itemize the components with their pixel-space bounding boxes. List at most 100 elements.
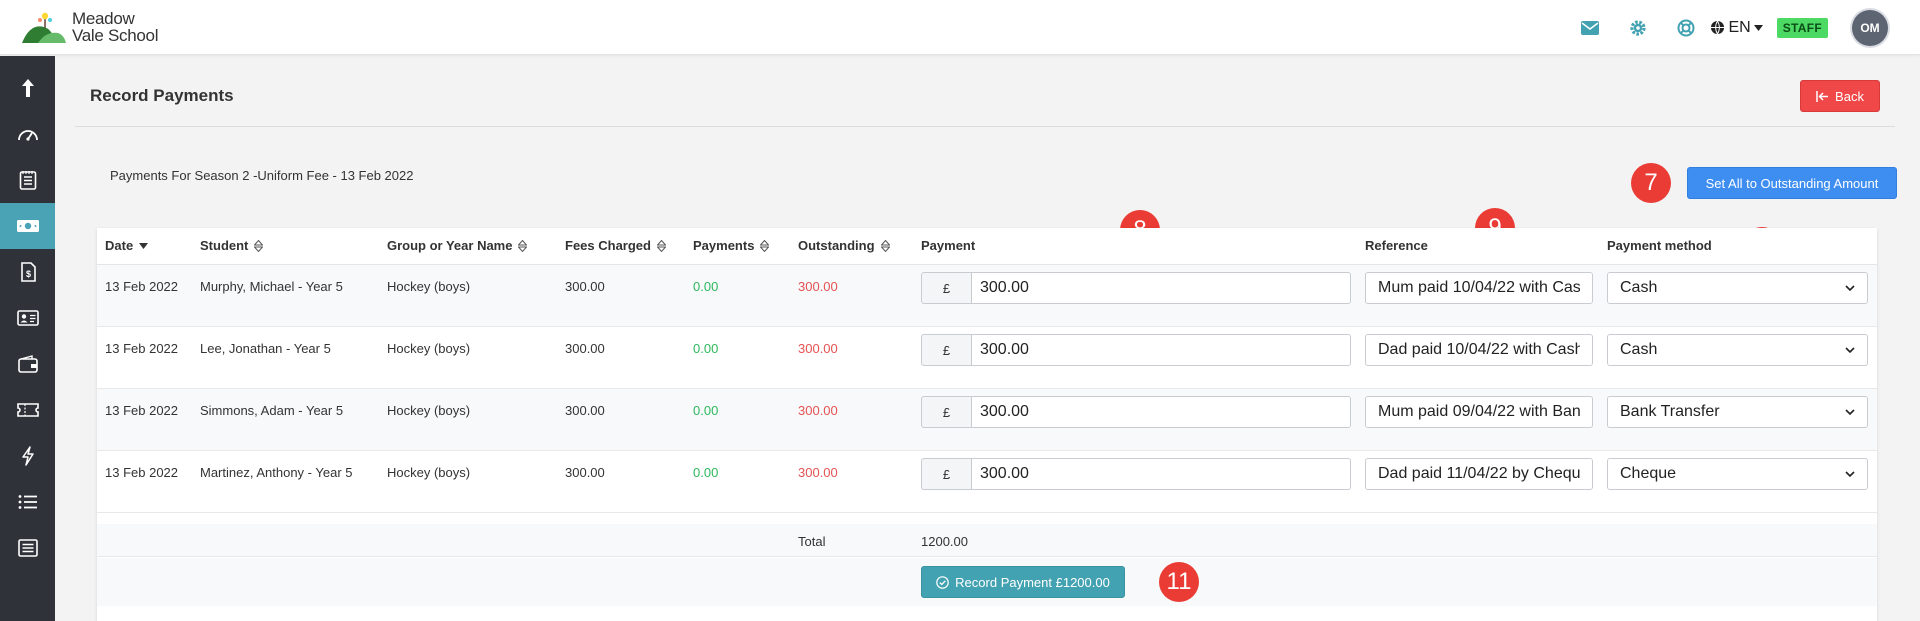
cell-group: Hockey (boys) (387, 341, 471, 356)
chevron-down-icon (1845, 471, 1855, 477)
report-icon[interactable] (0, 525, 55, 571)
back-button-label: Back (1835, 88, 1864, 104)
dashboard-icon[interactable] (0, 111, 55, 157)
svg-text:$: $ (25, 269, 30, 279)
record-payment-button[interactable]: Record Payment £1200.00 (921, 566, 1125, 598)
language-selector[interactable]: EN (1710, 18, 1763, 37)
school-name: Meadow Vale School (72, 10, 158, 44)
header-student[interactable]: Student (200, 238, 264, 253)
cell-student: Lee, Jonathan - Year 5 (200, 341, 331, 356)
header-fees-label: Fees Charged (565, 238, 651, 253)
list-icon[interactable] (0, 479, 55, 525)
school-logo[interactable]: Meadow Vale School (20, 6, 158, 48)
reference-input[interactable] (1365, 458, 1593, 490)
cell-group: Hockey (boys) (387, 465, 471, 480)
id-card-icon[interactable] (0, 295, 55, 341)
lifebuoy-icon[interactable] (1662, 0, 1710, 55)
cell-fees: 300.00 (565, 341, 605, 356)
cell-student: Martinez, Anthony - Year 5 (200, 465, 353, 480)
bolt-icon[interactable] (0, 433, 55, 479)
wallet-icon[interactable] (0, 341, 55, 387)
table-row: 13 Feb 2022 Lee, Jonathan - Year 5 Hocke… (97, 327, 1877, 389)
record-payment-label: Record Payment £1200.00 (955, 574, 1110, 590)
payment-amount-input[interactable] (971, 272, 1351, 304)
reference-input[interactable] (1365, 396, 1593, 428)
header-date-label: Date (105, 238, 134, 253)
cell-payments: 0.00 (693, 403, 719, 418)
school-name-line2: Vale School (72, 26, 159, 45)
upload-icon[interactable] (0, 65, 55, 111)
ledger-icon[interactable] (0, 157, 55, 203)
header-payment-method: Payment method (1607, 238, 1712, 253)
cell-fees: 300.00 (565, 403, 605, 418)
cell-outstanding: 300.00 (798, 341, 838, 356)
avatar[interactable]: OM (1852, 9, 1888, 46)
payment-method-select[interactable]: Cash (1607, 334, 1868, 366)
sort-icon (760, 239, 770, 252)
cell-outstanding: 300.00 (798, 279, 838, 294)
chevron-down-icon (1845, 347, 1855, 353)
header-payment: Payment (921, 238, 976, 253)
caret-down-icon (1753, 24, 1763, 31)
ticket-icon[interactable] (0, 387, 55, 433)
payment-method-select[interactable]: Cash (1607, 272, 1868, 304)
currency-prefix: £ (921, 272, 971, 304)
header-fees-charged[interactable]: Fees Charged (565, 238, 666, 253)
payment-amount-input[interactable] (971, 334, 1351, 366)
cell-date: 13 Feb 2022 (105, 341, 179, 356)
cell-date: 13 Feb 2022 (105, 279, 179, 294)
cell-outstanding: 300.00 (798, 403, 838, 418)
payments-icon[interactable] (0, 203, 55, 249)
cell-date: 13 Feb 2022 (105, 403, 179, 418)
payment-method-select[interactable]: Cheque (1607, 458, 1868, 490)
callout-11: 11 (1159, 562, 1199, 602)
set-all-outstanding-button[interactable]: Set All to Outstanding Amount (1687, 167, 1897, 199)
header-reference: Reference (1365, 238, 1428, 253)
total-row: Total 1200.00 (97, 524, 1877, 557)
header-payments-label: Payments (693, 238, 755, 253)
payment-amount-group: £ (921, 396, 1351, 428)
sort-desc-icon (139, 242, 149, 249)
language-label: EN (1728, 18, 1751, 36)
header-group[interactable]: Group or Year Name (387, 238, 528, 253)
cell-payments: 0.00 (693, 465, 719, 480)
invoice-icon[interactable]: $ (0, 249, 55, 295)
sidebar: $ (0, 56, 55, 621)
payment-method-value: Cash (1620, 341, 1658, 358)
payment-amount-group: £ (921, 334, 1351, 366)
school-name-line1: Meadow (72, 9, 135, 28)
title-divider (75, 126, 1895, 127)
reference-input[interactable] (1365, 334, 1593, 366)
header-group-label: Group or Year Name (387, 238, 513, 253)
mail-icon[interactable] (1566, 0, 1614, 55)
sort-icon (656, 239, 666, 252)
back-button[interactable]: Back (1800, 80, 1880, 112)
payment-amount-input[interactable] (971, 458, 1351, 490)
cell-date: 13 Feb 2022 (105, 465, 179, 480)
payment-method-select[interactable]: Bank Transfer (1607, 396, 1868, 428)
check-circle-icon (936, 575, 949, 589)
cell-payments: 0.00 (693, 279, 719, 294)
gear-icon[interactable] (1614, 0, 1662, 55)
table-row: 13 Feb 2022 Murphy, Michael - Year 5 Hoc… (97, 265, 1877, 327)
sort-icon (518, 239, 528, 252)
payment-amount-input[interactable] (971, 396, 1351, 428)
logo-mark-icon (20, 9, 68, 45)
record-row: Record Payment £1200.00 11 (97, 558, 1877, 606)
header-date[interactable]: Date (105, 238, 149, 253)
cell-fees: 300.00 (565, 279, 605, 294)
sort-icon (880, 239, 890, 252)
payments-table: Date Student Group or Year Name Fees Cha… (97, 228, 1877, 621)
cell-student: Simmons, Adam - Year 5 (200, 403, 344, 418)
header-outstanding[interactable]: Outstanding (798, 238, 890, 253)
cell-student: Murphy, Michael - Year 5 (200, 279, 343, 294)
total-label: Total (798, 534, 826, 549)
cell-outstanding: 300.00 (798, 465, 838, 480)
payments-subtitle: Payments For Season 2 -Uniform Fee - 13 … (110, 168, 414, 183)
payment-method-value: Cheque (1620, 465, 1677, 482)
payment-method-value: Bank Transfer (1620, 403, 1720, 420)
reference-input[interactable] (1365, 272, 1593, 304)
header-payments[interactable]: Payments (693, 238, 770, 253)
role-badge: STAFF (1776, 17, 1828, 38)
chevron-down-icon (1845, 285, 1855, 291)
